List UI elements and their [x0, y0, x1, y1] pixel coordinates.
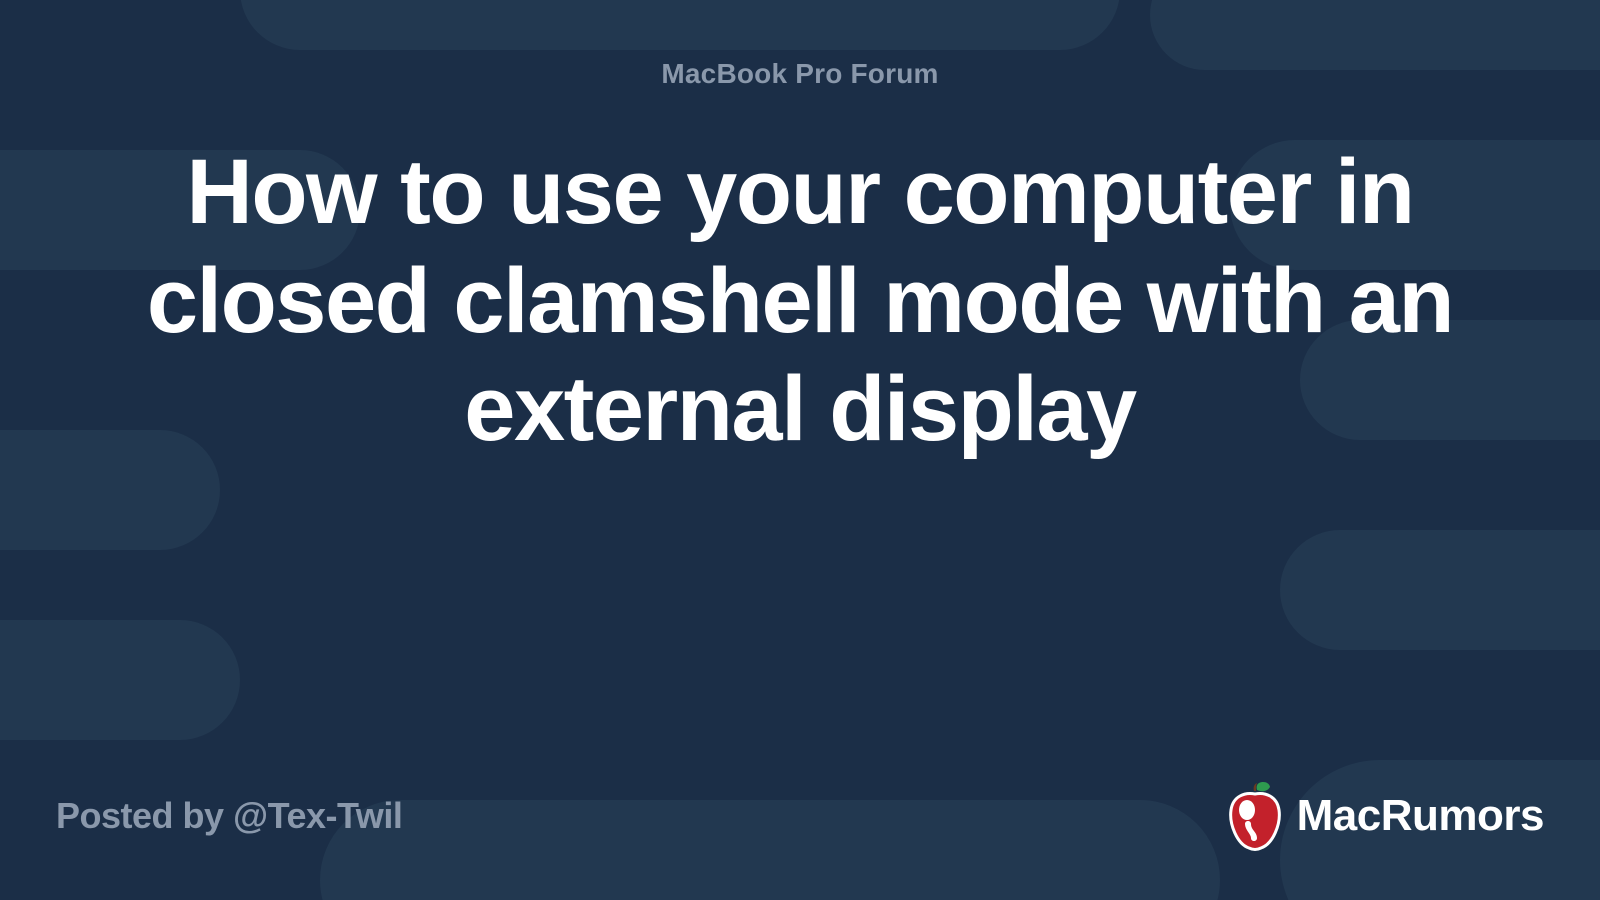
- macrumors-logo-icon: [1223, 780, 1287, 852]
- posted-by: Posted by @Tex-Twil: [56, 795, 402, 837]
- brand-name: MacRumors: [1297, 791, 1544, 841]
- footer: Posted by @Tex-Twil MacRumors: [0, 760, 1600, 900]
- brand: MacRumors: [1223, 780, 1544, 852]
- thread-title: How to use your computer in closed clams…: [100, 138, 1500, 464]
- forum-label: MacBook Pro Forum: [661, 58, 938, 90]
